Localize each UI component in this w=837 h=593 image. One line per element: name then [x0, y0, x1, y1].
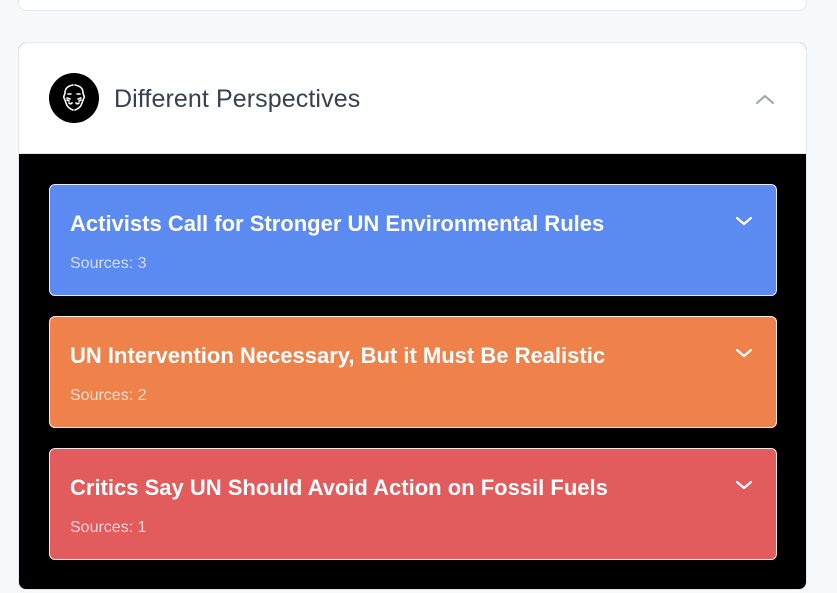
perspective-title: UN Intervention Necessary, But it Must B… — [70, 343, 606, 368]
previous-card — [18, 0, 807, 11]
panel-header[interactable]: Different Perspectives — [19, 43, 806, 154]
chevron-down-icon[interactable] — [734, 213, 754, 229]
perspective-card[interactable]: UN Intervention Necessary, But it Must B… — [49, 316, 777, 428]
perspective-title: Activists Call for Stronger UN Environme… — [70, 211, 605, 236]
perspective-title: Critics Say UN Should Avoid Action on Fo… — [70, 475, 608, 500]
perspectives-panel: Different Perspectives Activists Call fo… — [18, 42, 807, 590]
chevron-up-icon[interactable] — [751, 87, 779, 111]
sources-count: Sources: 1 — [70, 519, 147, 536]
panel-title: Different Perspectives — [114, 85, 361, 113]
chevron-down-icon[interactable] — [734, 477, 754, 493]
sources-count: Sources: 2 — [70, 387, 147, 404]
sources-count: Sources: 3 — [70, 255, 147, 272]
perspective-card[interactable]: Activists Call for Stronger UN Environme… — [49, 184, 777, 296]
masks-icon — [49, 73, 99, 123]
perspective-card[interactable]: Critics Say UN Should Avoid Action on Fo… — [49, 448, 777, 560]
perspectives-list: Activists Call for Stronger UN Environme… — [49, 184, 777, 580]
chevron-down-icon[interactable] — [734, 345, 754, 361]
